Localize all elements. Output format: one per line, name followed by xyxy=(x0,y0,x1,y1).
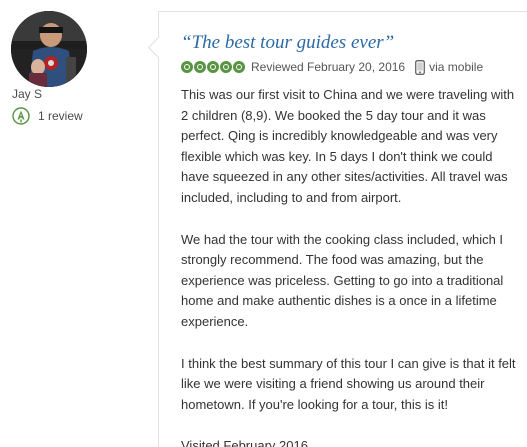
review-body: This was our first visit to China and we… xyxy=(181,85,517,447)
rating-bubbles xyxy=(181,61,246,73)
rating-bubble xyxy=(233,61,245,73)
review-count-label: 1 review xyxy=(38,109,83,123)
reviewed-date: Reviewed February 20, 2016 xyxy=(251,60,406,74)
rating-bubble xyxy=(220,61,232,73)
review-title[interactable]: “The best tour guides ever” xyxy=(181,32,394,54)
review-card: Jay S 1 review “The best tour guides eve… xyxy=(0,0,527,447)
review-meta: Reviewed February 20, 2016 via mobile xyxy=(181,58,483,76)
review-count[interactable]: 1 review xyxy=(12,106,83,126)
rating-bubble xyxy=(194,61,206,73)
review-paragraph: We had the tour with the cooking class i… xyxy=(181,231,504,329)
avatar[interactable] xyxy=(11,11,87,87)
reviewer-name[interactable]: Jay S xyxy=(12,87,42,101)
mobile-phone-icon xyxy=(415,59,425,75)
reviewer-badge-icon xyxy=(12,107,30,125)
review-paragraph: This was our first visit to China and we… xyxy=(181,87,515,205)
rating-bubble xyxy=(207,61,219,73)
reviewer-info: Jay S 1 review xyxy=(0,0,150,447)
rating-bubble xyxy=(181,61,193,73)
visited-date: Visited February 2016 xyxy=(181,438,308,447)
review-paragraph: I think the best summary of this tour I … xyxy=(181,355,516,412)
avatar-photo xyxy=(11,11,87,87)
via-mobile-label: via mobile xyxy=(429,60,484,74)
